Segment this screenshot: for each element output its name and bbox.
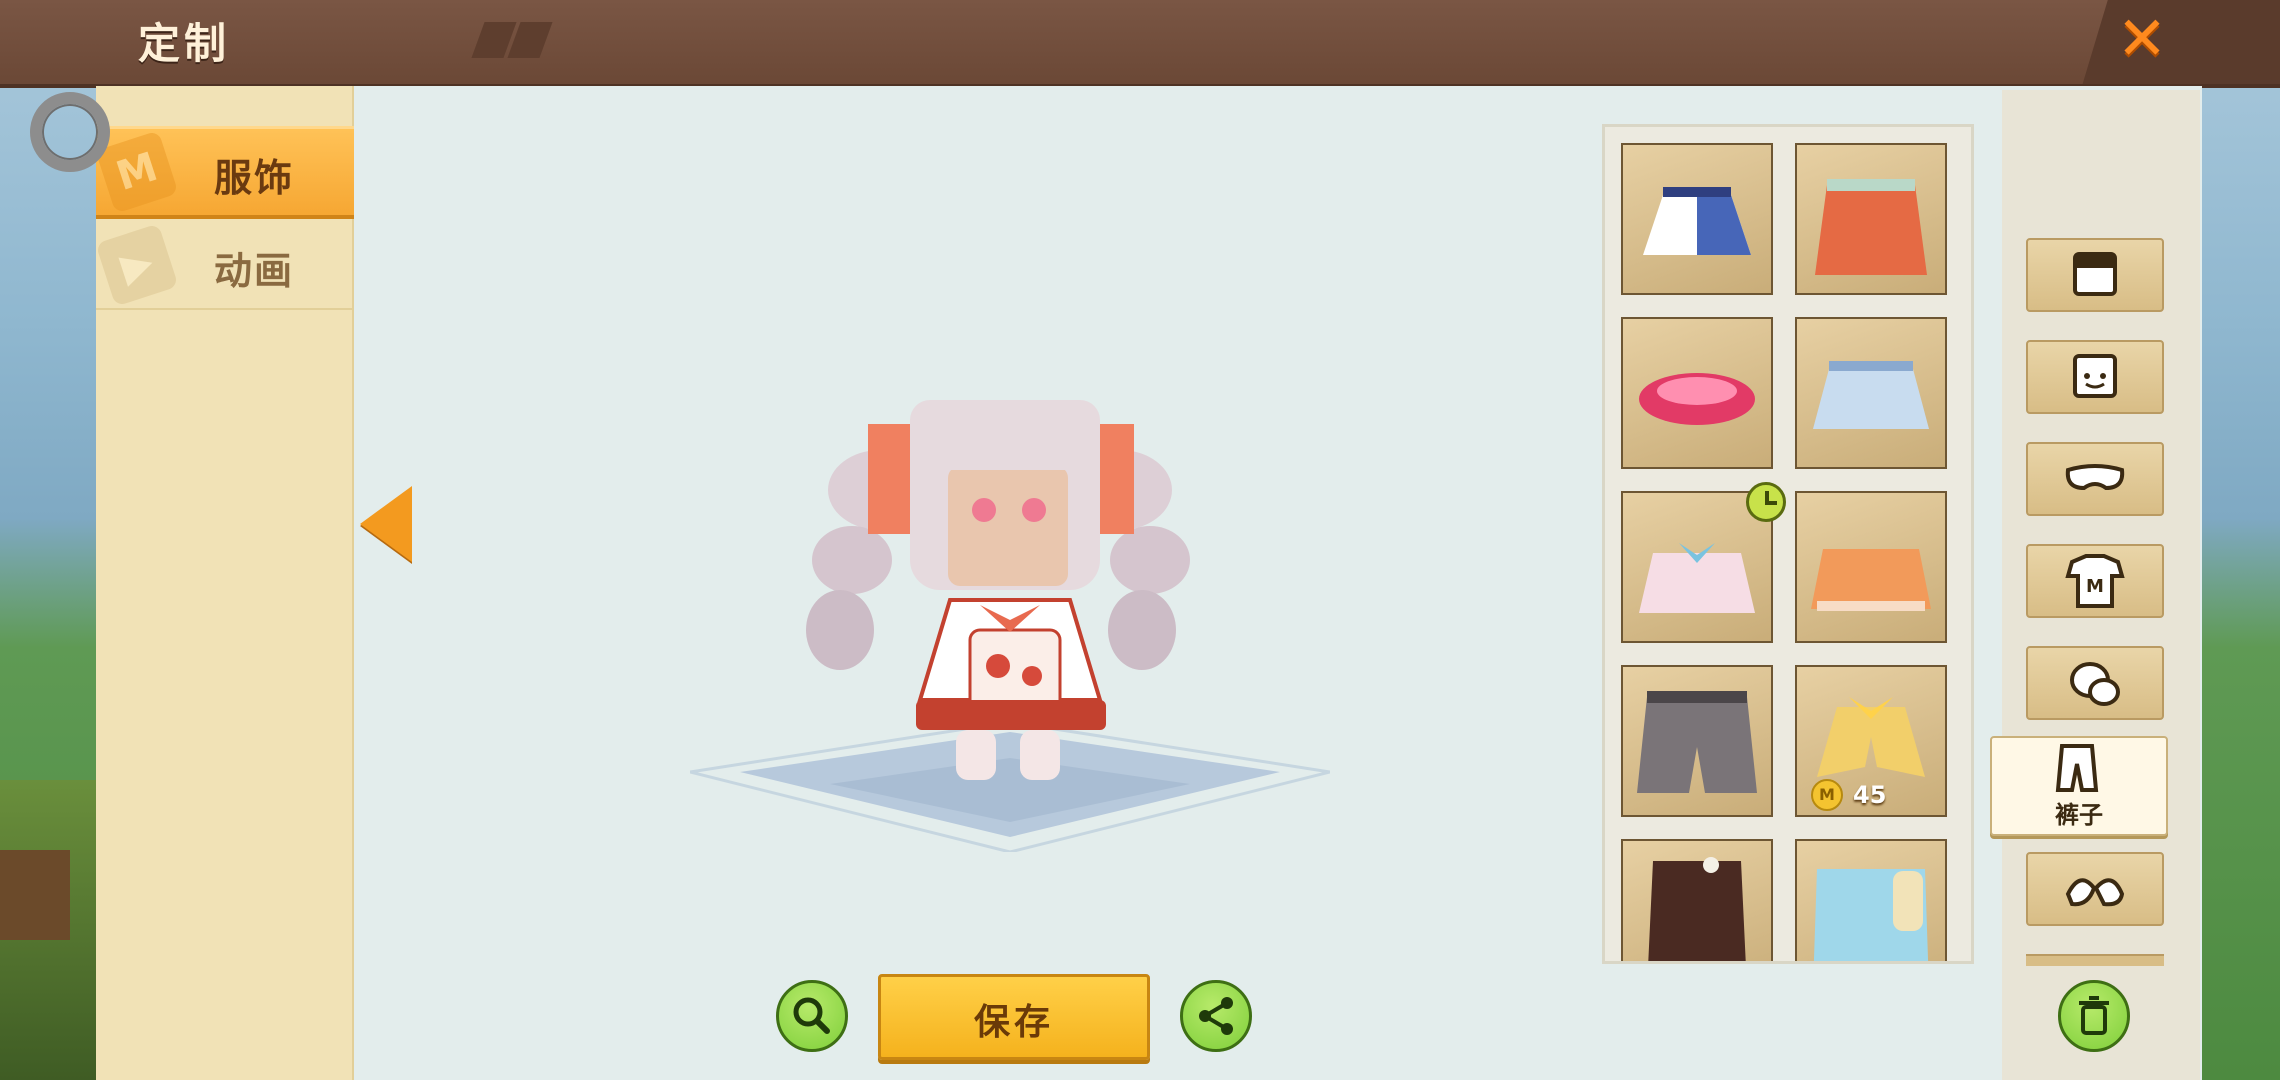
item-blue-plaid-skirt[interactable] [1795,317,1947,469]
character-eye-right [1022,498,1046,522]
mask-icon [2065,464,2125,491]
zoom-button[interactable] [776,980,848,1052]
limited-time-clock-icon [1746,482,1786,522]
skirt-icon [1643,187,1751,255]
shoes-icon [2065,878,2125,907]
item-grid: M 45 [1602,124,1974,964]
character-apron [968,628,1062,712]
delete-button[interactable] [2058,980,2130,1052]
shorts-icon [1637,691,1757,793]
category-shoes[interactable] [2026,852,2164,926]
character-bangs [910,400,1100,470]
skirt-icon [1811,549,1931,611]
item-orange-bow-skirt[interactable] [1795,491,1947,643]
tab-label: 服饰 [214,156,295,200]
item-price: M 45 [1811,779,1886,811]
coin-icon: M [1811,779,1843,811]
category-pants-label: 裤子 [2055,801,2103,829]
svg-text:M: M [2086,576,2104,597]
skirt-icon [1813,361,1929,429]
category-shirt[interactable]: M [2026,544,2164,618]
category-gloves[interactable] [2026,646,2164,720]
category-pants[interactable]: 裤子 [1990,736,2168,836]
item-orange-ruffle-skirt[interactable] [1795,143,1947,295]
price-value: 45 [1853,781,1887,809]
gloves-icon [2070,662,2120,706]
skirt-icon [1639,543,1755,613]
page-title: 定制 [138,19,231,68]
character-face [948,466,1068,586]
face-icon [2073,354,2117,398]
pants-icon [1648,857,1746,961]
shirt-icon: M [2065,554,2125,608]
floating-ring-icon[interactable] [30,92,110,172]
category-hair[interactable] [2026,238,2164,312]
item-cyan-scroll-pants[interactable] [1795,839,1947,961]
magnifier-icon [793,997,830,1034]
trash-icon [2079,996,2109,1035]
skirt-icon [1815,179,1927,275]
category-scroll-hint [2026,954,2164,966]
skirt-icon [1639,373,1755,425]
item-pink-ruffle-skirt[interactable] [1621,317,1773,469]
close-x-icon[interactable]: ✕ [2112,6,2172,72]
character-skirt-hem [916,700,1106,730]
strawberry-mark [986,654,1010,678]
save-button[interactable]: 保存 [878,974,1150,1060]
character-leg-right [1020,730,1060,780]
background-wood-block [0,850,70,940]
pants-icon [2055,744,2099,792]
hair-icon [2073,252,2117,296]
rotate-left-arrow-icon[interactable] [360,486,412,562]
share-button[interactable] [1180,980,1252,1052]
pants-icon [1813,869,1929,961]
character-preview[interactable] [680,370,1340,870]
top-bar: 定制 ✕ [0,0,2280,88]
item-plaid-white-skirt[interactable] [1621,143,1773,295]
character-eye-left [972,498,996,522]
category-mask[interactable] [2026,442,2164,516]
strawberry-mark [1022,666,1042,686]
tab-animation[interactable]: ▶ 动画 [95,222,354,310]
sidebar: M 服饰 ▶ 动画 [95,86,354,1080]
close-area [2082,0,2280,84]
item-gold-ribbon-pants[interactable]: M 45 [1795,665,1947,817]
character-leg-left [956,730,996,780]
save-label: 保存 [973,1002,1054,1043]
tab-label: 动画 [214,249,295,293]
item-brown-pants[interactable] [1621,839,1773,961]
item-gray-shorts[interactable] [1621,665,1773,817]
share-icon [1199,997,1233,1035]
category-face[interactable] [2026,340,2164,414]
play-icon: ▶ [95,223,179,307]
tab-clothing[interactable]: M 服饰 [95,126,354,219]
